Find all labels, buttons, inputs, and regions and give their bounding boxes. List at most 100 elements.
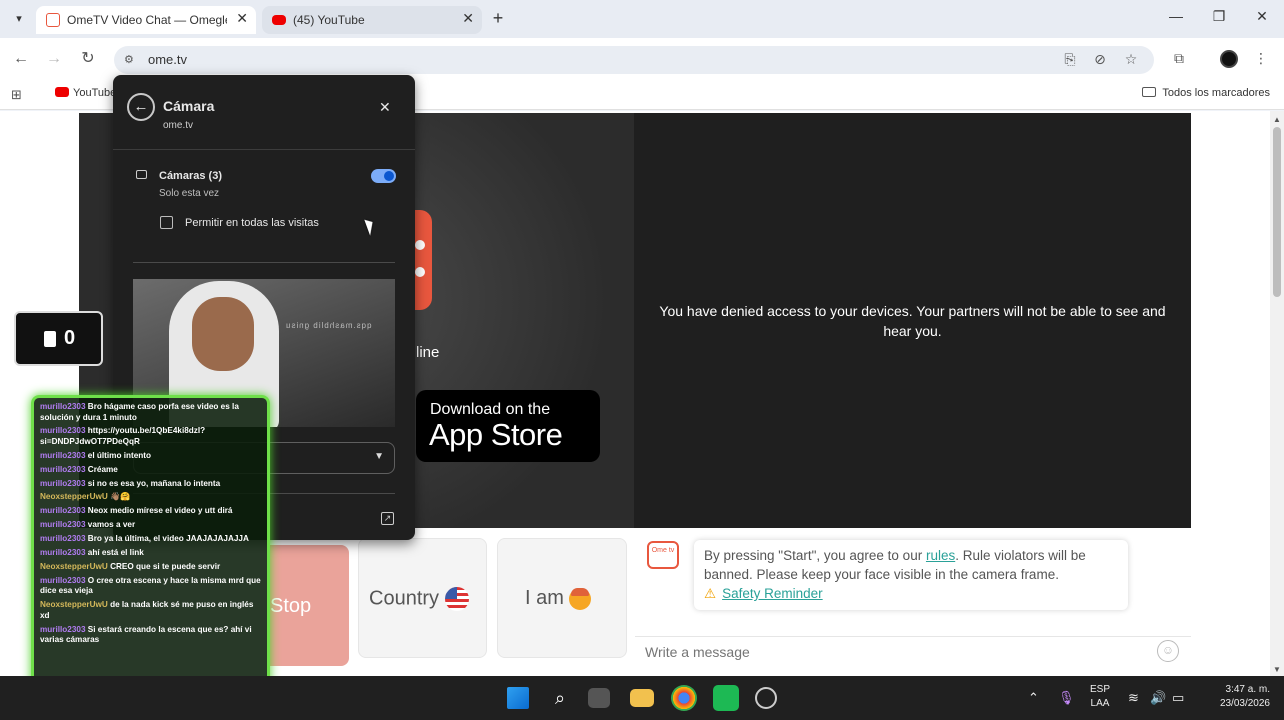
extensions-puzzle-icon[interactable]: ⧉	[1170, 50, 1188, 67]
language-indicator[interactable]: ESP LAA	[1090, 683, 1110, 711]
reload-icon[interactable]: ↻	[77, 48, 99, 70]
safety-reminder-link[interactable]: Safety Reminder	[722, 586, 823, 601]
bookmark-star-icon[interactable]: ☆	[1122, 51, 1140, 68]
search-icon[interactable]: ⌕	[547, 685, 573, 711]
stream-chat-username: murillo2303	[40, 520, 86, 530]
preview-mirrored-text: qqs.mashblib gnisu	[285, 321, 372, 330]
new-tab-button[interactable]: +	[487, 7, 509, 29]
stream-chat-message: murillo2303 Bro ya la última, el video J…	[40, 534, 261, 545]
page-scrollbar[interactable]: ▲ ▼	[1270, 111, 1284, 676]
message-input[interactable]	[645, 644, 1145, 660]
message-bar	[635, 636, 1191, 667]
stream-chat-text: CREO que si te puede servir	[110, 561, 221, 571]
minimize-icon[interactable]: —	[1166, 8, 1186, 24]
viewer-counter: 0	[14, 311, 103, 366]
emoji-icon[interactable]: ☺	[1157, 640, 1179, 662]
stream-chat-username: murillo2303	[40, 450, 86, 460]
stop-button[interactable]: Stop	[270, 545, 349, 666]
menu-kebab-icon[interactable]: ⋮	[1252, 50, 1270, 67]
url-text: ome.tv	[148, 52, 188, 67]
scroll-down-icon[interactable]: ▼	[1273, 665, 1281, 674]
clock-date: 23/03/2026	[1219, 698, 1270, 709]
devices-denied-message: You have denied access to your devices. …	[659, 303, 1166, 339]
close-tab-icon[interactable]: ✕	[462, 10, 474, 27]
logo-dot	[415, 267, 425, 277]
install-app-icon[interactable]: ⎘	[1061, 51, 1079, 68]
show-hidden-icons-chevron-icon[interactable]: ⌃	[1028, 690, 1039, 706]
cameras-label: Cámaras (3)	[159, 170, 222, 182]
stream-chat-text: vamos a ver	[87, 520, 136, 530]
restore-icon[interactable]: ❐	[1209, 8, 1229, 25]
allow-always-checkbox[interactable]	[160, 216, 173, 229]
battery-icon[interactable]: ▭	[1172, 690, 1184, 706]
i-am-label: I am	[525, 587, 592, 610]
stream-chat-message: murillo2303 vamos a ver	[40, 520, 261, 531]
us-flag-icon	[444, 587, 469, 611]
back-arrow-icon[interactable]: ←	[10, 48, 32, 70]
back-arrow-icon[interactable]: ←	[127, 93, 155, 121]
stream-chat-username: murillo2303	[40, 575, 86, 585]
appstore-big-text: App Store	[429, 417, 563, 452]
wifi-icon[interactable]: ≋	[1128, 690, 1139, 706]
stream-chat-username: NeoxstepperUwU	[40, 492, 108, 502]
i-am-button[interactable]: I am	[497, 538, 627, 658]
tab-strip: ▾ OmeTV Video Chat — Omegle ✕ (45) YouTu…	[0, 0, 1284, 38]
app-store-badge[interactable]: Download on the App Store	[416, 390, 600, 462]
profile-avatar[interactable]	[1220, 50, 1238, 68]
bookmark-label: YouTube	[73, 87, 117, 99]
folder-icon	[1142, 87, 1157, 97]
country-label: Country	[369, 587, 469, 611]
task-view-icon[interactable]	[588, 688, 610, 708]
stream-chat-text: si no es esa yo, mañana lo intenta	[87, 478, 221, 488]
logo-dot	[415, 240, 425, 250]
apps-grid-icon[interactable]: ⊞	[11, 87, 22, 103]
address-bar[interactable]: ⚙ ome.tv ⎘ ⊘ ☆	[114, 46, 1154, 74]
camera-blocked-icon[interactable]: ⊘	[1091, 51, 1109, 68]
file-explorer-icon[interactable]	[630, 689, 654, 707]
stop-label: Stop	[270, 595, 312, 617]
forward-arrow-icon[interactable]: →	[43, 48, 65, 70]
volume-icon[interactable]: 🔊	[1150, 690, 1166, 706]
close-window-icon[interactable]: ✕	[1252, 8, 1272, 25]
chrome-icon[interactable]	[671, 685, 697, 711]
obs-icon[interactable]	[755, 687, 777, 709]
camera-toggle[interactable]	[371, 169, 396, 183]
bookmark-youtube[interactable]: YouTube	[55, 87, 116, 99]
rules-link[interactable]: rules	[926, 548, 955, 563]
country-button[interactable]: Country	[358, 538, 487, 658]
tab-title: (45) YouTube	[293, 13, 365, 27]
kick-icon[interactable]	[713, 685, 739, 711]
stream-chat-username: NeoxstepperUwU	[40, 600, 108, 610]
stream-chat-text: ahí está el link	[87, 548, 144, 558]
tab-ometv[interactable]: OmeTV Video Chat — Omegle ✕	[36, 6, 256, 34]
scroll-thumb[interactable]	[1273, 127, 1281, 297]
stream-chat-message: NeoxstepperUwU de la nada kick sé me pus…	[40, 600, 261, 621]
tab-youtube[interactable]: (45) YouTube ✕	[262, 6, 482, 34]
stream-chat-text: Neox medio mírese el video y utt dirá	[87, 506, 233, 516]
counter-value: 0	[64, 327, 76, 349]
clock[interactable]: 3:47 a. m. 23/03/2026	[1200, 683, 1270, 711]
close-tab-icon[interactable]: ✕	[236, 10, 248, 27]
dropdown-caret-icon: ▼	[374, 451, 384, 462]
stream-chat-message: NeoxstepperUwU 👋🏽🤗	[40, 492, 261, 503]
all-bookmarks-button[interactable]: Todos los marcadores	[1142, 87, 1270, 99]
microphone-icon[interactable]: 🎙	[1058, 690, 1075, 706]
windows-start-icon[interactable]	[507, 687, 529, 709]
stream-chat-message: murillo2303 Bro hágame caso porfa ese vi…	[40, 402, 261, 423]
stream-chat-message: murillo2303 ahí está el link	[40, 548, 261, 559]
ometv-favicon-icon	[46, 13, 60, 27]
stream-chat-text: Bro ya la última, el video JAAJAJAJAJJA	[87, 534, 249, 544]
allow-always-label: Permitir en todas las visitas	[185, 217, 319, 229]
scroll-up-icon[interactable]: ▲	[1273, 115, 1281, 124]
site-settings-icon[interactable]: ⚙	[124, 53, 138, 67]
online-count-text: line	[416, 344, 440, 361]
divider	[133, 262, 395, 263]
external-link-icon[interactable]: ↗	[381, 512, 394, 525]
stream-chat-message: NeoxstepperUwU CREO que si te puede serv…	[40, 562, 261, 573]
stream-chat-username: murillo2303	[40, 478, 86, 488]
tab-search-chevron-icon[interactable]: ▾	[8, 8, 30, 30]
cameras-sublabel: Solo esta vez	[159, 188, 220, 199]
close-popup-icon[interactable]: ✕	[379, 99, 391, 116]
warning-icon: ⚠	[704, 586, 717, 601]
preview-face	[192, 297, 254, 371]
